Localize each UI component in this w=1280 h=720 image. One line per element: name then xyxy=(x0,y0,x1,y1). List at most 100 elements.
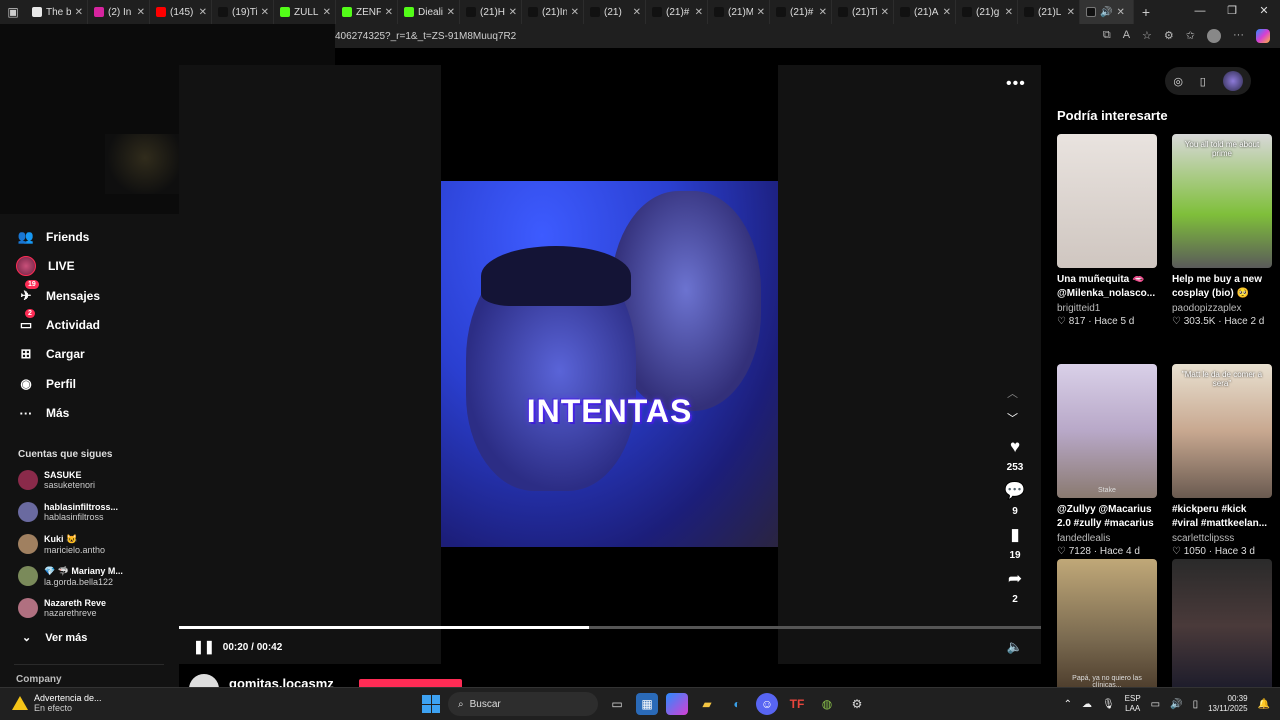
close-tab-icon[interactable]: ✕ xyxy=(323,7,331,18)
nav-live[interactable]: LIVE xyxy=(16,255,75,277)
speaker-icon[interactable]: 🔊 xyxy=(1170,699,1182,710)
like-action[interactable]: ♥ 253 xyxy=(1000,438,1030,474)
favorites-icon[interactable]: ✩ xyxy=(1186,29,1195,43)
video-author[interactable]: brigitteid1 xyxy=(1057,303,1157,314)
recommended-video[interactable]: Stake @Zullyy @Macarius 2.0 #zully #macar… xyxy=(1057,364,1157,557)
browser-tab[interactable]: (21)L ✕ xyxy=(1018,0,1080,24)
language-indicator[interactable]: ESP LAA xyxy=(1125,694,1141,714)
video-author[interactable]: fandedlealis xyxy=(1057,533,1157,544)
video-thumbnail[interactable]: You all told me about prime xyxy=(1172,134,1272,268)
discord-icon[interactable]: ☺ xyxy=(756,693,778,715)
video-thumbnail[interactable]: Stake xyxy=(1057,364,1157,498)
browser-tab[interactable]: (21)# ✕ xyxy=(646,0,708,24)
close-tab-icon[interactable]: ✕ xyxy=(943,7,951,18)
onedrive-icon[interactable]: ☁ xyxy=(1082,699,1092,710)
recommended-video[interactable]: You all told me about prime Help me buy a… xyxy=(1172,134,1272,327)
user-avatar[interactable] xyxy=(1222,71,1243,91)
notifications-icon[interactable]: 🔔 xyxy=(1258,699,1270,710)
browser-tab[interactable]: (21)g ✕ xyxy=(956,0,1018,24)
video-thumbnail[interactable]: "Matt le da de comer a sera" xyxy=(1172,364,1272,498)
close-tab-icon[interactable]: ✕ xyxy=(695,7,703,18)
recommended-video[interactable]: Papá, ya no quiero las clínicas... xyxy=(1057,559,1157,693)
tab-active[interactable]: 🔊 ✕ xyxy=(1080,0,1134,24)
company-link[interactable]: Company xyxy=(16,674,62,685)
browser-tab[interactable]: ZULL ✕ xyxy=(274,0,336,24)
browser-tab[interactable]: (21)In ✕ xyxy=(522,0,584,24)
read-aloud-icon[interactable]: A xyxy=(1123,29,1130,43)
close-tab-icon[interactable]: ✕ xyxy=(199,7,207,18)
more-options-icon[interactable]: ••• xyxy=(1006,75,1026,93)
file-explorer-icon[interactable]: ▰ xyxy=(696,693,718,715)
close-tab-icon[interactable]: ✕ xyxy=(447,7,455,18)
favorite-star-icon[interactable]: ☆ xyxy=(1142,29,1152,43)
taskbar-search[interactable]: ⌕ Buscar xyxy=(448,692,598,716)
video-author[interactable]: paodopizzaplex xyxy=(1172,303,1272,314)
browser-tab[interactable]: (145) ✕ xyxy=(150,0,212,24)
followed-account[interactable]: hablasinfiltross... hablasinfiltross xyxy=(18,498,118,526)
maximize-button[interactable]: ❐ xyxy=(1216,0,1248,24)
browser-tab[interactable]: Dieali ✕ xyxy=(398,0,460,24)
followed-account[interactable]: 💎 🦈 Mariany M... la.gorda.bella122 xyxy=(18,562,123,590)
video-description[interactable]: #kickperu #kick #viral #mattkeelan... xyxy=(1172,503,1272,531)
close-tab-icon[interactable]: ✕ xyxy=(137,7,145,18)
tab-actions-icon[interactable]: ▣ xyxy=(0,0,26,24)
clock[interactable]: 00:39 13/11/2025 xyxy=(1208,694,1247,714)
nav-profile[interactable]: ◉ Perfil xyxy=(18,373,76,395)
nav-activity[interactable]: ▭ 2 Actividad xyxy=(18,309,100,336)
close-tab-icon[interactable]: ✕ xyxy=(1005,7,1013,18)
url-field[interactable]: 406274325?_r=1&_t=ZS-91M8Muuq7R2 xyxy=(335,31,1103,42)
comment-action[interactable]: 💬 9 xyxy=(1000,482,1030,518)
video-thumbnail[interactable] xyxy=(1172,559,1272,693)
browser-tab[interactable]: The b ✕ xyxy=(26,0,88,24)
battery-icon[interactable]: ▯ xyxy=(1193,699,1199,710)
share-action[interactable]: ➦ 2 xyxy=(1000,570,1030,606)
nav-more[interactable]: ··· Más xyxy=(18,402,70,424)
see-more-button[interactable]: ⌄ Ver más xyxy=(22,631,87,645)
close-tab-icon[interactable]: ✕ xyxy=(633,7,641,18)
edge-icon[interactable]: ◐ xyxy=(726,693,748,715)
chevron-up-icon[interactable]: ⌃ xyxy=(1064,699,1072,710)
nav-messages[interactable]: ✈ 19 Mensajes xyxy=(18,280,100,307)
recommended-video[interactable]: "Matt le da de comer a sera" #kickperu #k… xyxy=(1172,364,1272,557)
microphone-icon[interactable]: 🎙 xyxy=(1102,699,1115,710)
pause-icon[interactable]: ❚❚ xyxy=(193,639,215,655)
close-tab-icon[interactable]: ✕ xyxy=(757,7,765,18)
followed-account[interactable]: SASUKE sasuketenori xyxy=(18,466,95,494)
settings-icon[interactable]: ⚙ xyxy=(846,693,868,715)
minimize-button[interactable]: — xyxy=(1184,0,1216,24)
weather-warning[interactable]: Advertencia de... En efecto xyxy=(12,693,102,713)
recommended-video[interactable] xyxy=(1172,559,1272,693)
task-view-icon[interactable]: ▭ xyxy=(606,693,628,715)
network-icon[interactable]: ▭ xyxy=(1151,699,1160,710)
followed-account[interactable]: Nazareth Reve nazarethreve xyxy=(18,594,106,622)
recommended-video[interactable]: Una muñequita 🫦 @Milenka_nolasco...brigi… xyxy=(1057,134,1157,327)
browser-tab[interactable]: (21)H ✕ xyxy=(460,0,522,24)
close-tab-icon[interactable]: ✕ xyxy=(819,7,827,18)
followed-account[interactable]: Kuki 😺 maricielo.antho xyxy=(18,530,105,558)
open-app-icon[interactable]: ⧉ xyxy=(1103,29,1111,43)
close-tab-icon[interactable]: ✕ xyxy=(261,7,269,18)
video-thumbnail[interactable]: Papá, ya no quiero las clínicas... xyxy=(1057,559,1157,693)
windows-start-icon[interactable] xyxy=(422,695,440,713)
browser-tab[interactable]: (2) In ✕ xyxy=(88,0,150,24)
video-description[interactable]: Una muñequita 🫦 @Milenka_nolasco... xyxy=(1057,273,1157,301)
save-action[interactable]: ▮ 19 xyxy=(1000,526,1030,562)
progress-bar[interactable] xyxy=(179,626,1041,629)
close-tab-icon[interactable]: ✕ xyxy=(385,7,393,18)
close-tab-icon[interactable]: ✕ xyxy=(1067,7,1075,18)
app-icon[interactable]: ◍ xyxy=(816,693,838,715)
close-tab-icon[interactable]: ✕ xyxy=(509,7,517,18)
volume-icon[interactable]: 🔈 xyxy=(1007,639,1023,655)
browser-tab[interactable]: (21) ✕ xyxy=(584,0,646,24)
chevron-up-icon[interactable]: ︿ xyxy=(1007,385,1018,401)
chevron-down-icon[interactable]: ﹀ xyxy=(1007,410,1018,426)
nav-upload[interactable]: ⊞ Cargar xyxy=(18,343,85,365)
nav-friends[interactable]: 👥 Friends xyxy=(18,226,89,248)
menu-dots-icon[interactable]: ··· xyxy=(1233,29,1244,43)
browser-tab[interactable]: (21)A ✕ xyxy=(894,0,956,24)
browser-tab[interactable]: ZENF ✕ xyxy=(336,0,398,24)
video-thumbnail[interactable] xyxy=(1057,134,1157,268)
browser-tab[interactable]: (21)Ti ✕ xyxy=(832,0,894,24)
device-icon[interactable]: ▯ xyxy=(1200,75,1206,88)
tf-app-icon[interactable]: TF xyxy=(786,693,808,715)
